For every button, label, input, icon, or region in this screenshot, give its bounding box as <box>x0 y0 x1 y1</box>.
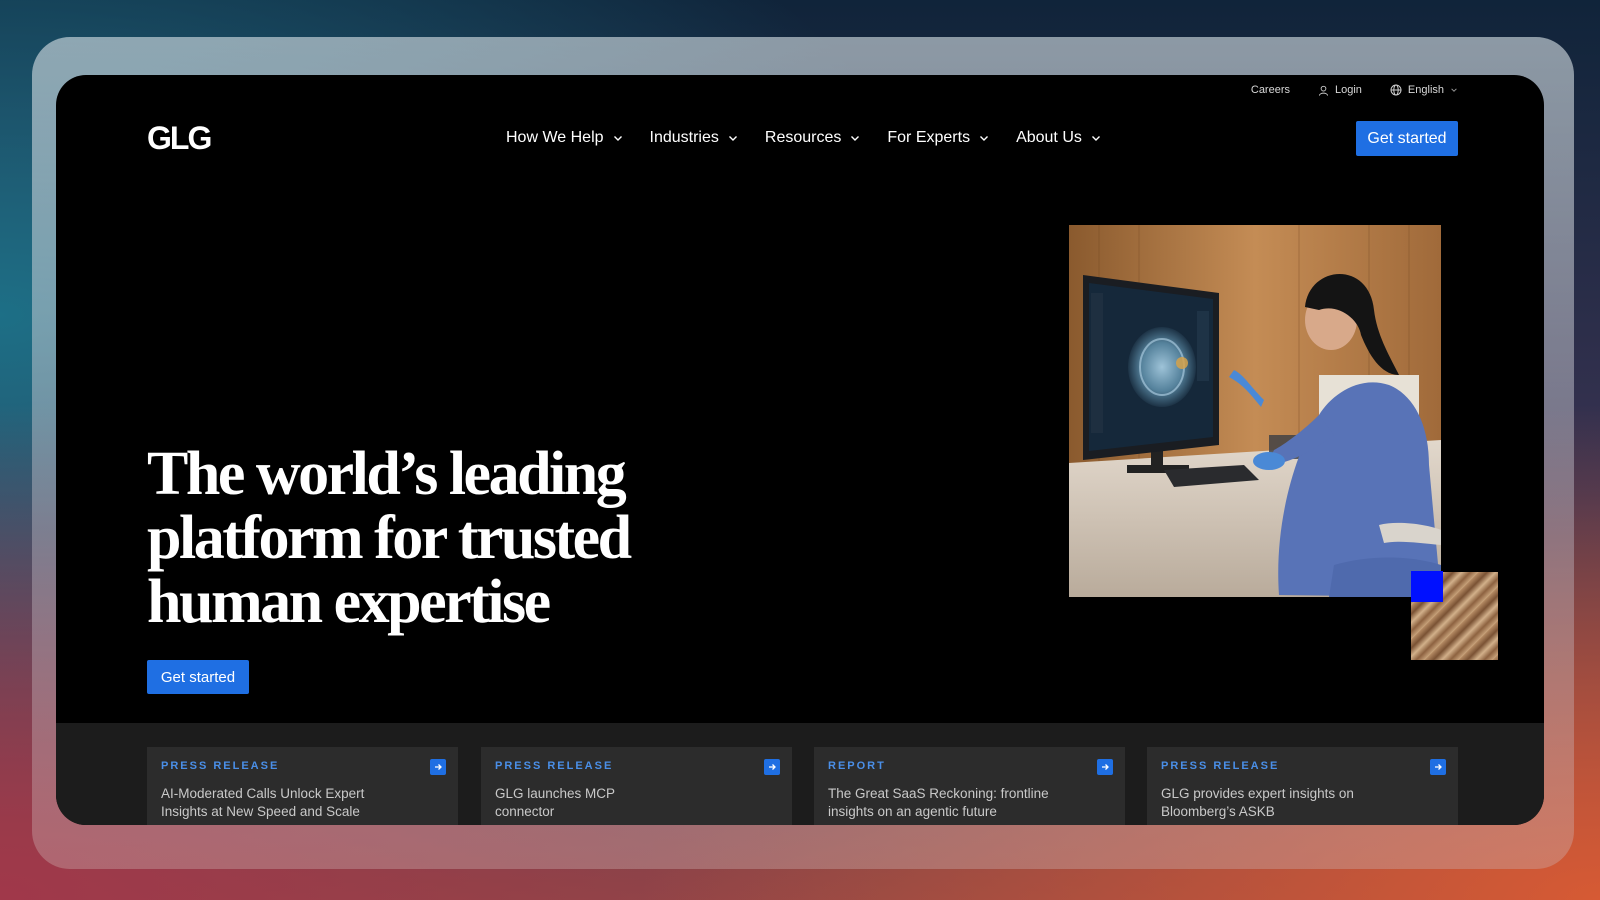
news-card[interactable]: PRESS RELEASE AI-Moderated Calls Unlock … <box>147 747 458 825</box>
decorative-blue-square <box>1411 571 1443 602</box>
news-headline: AI-Moderated Calls Unlock Expert Insight… <box>161 786 365 819</box>
nav-label: How We Help <box>506 129 604 146</box>
arrow-right-icon[interactable] <box>1097 759 1113 775</box>
news-tag: PRESS RELEASE <box>1161 760 1280 772</box>
news-headline: The Great SaaS Reckoning: frontline insi… <box>828 786 1049 819</box>
nav-item-for-experts[interactable]: For Experts <box>874 129 1003 147</box>
user-icon <box>1318 85 1329 96</box>
news-card[interactable]: REPORT The Great SaaS Reckoning: frontli… <box>814 747 1125 825</box>
globe-icon <box>1390 84 1402 96</box>
news-headline: GLG launches MCP connector <box>495 786 615 819</box>
language-label: English <box>1407 84 1444 96</box>
arrow-right-icon[interactable] <box>764 759 780 775</box>
nav-label: For Experts <box>887 129 971 146</box>
browser-viewport: Careers Login English GLG How We Help In… <box>56 75 1544 825</box>
arrow-right-icon[interactable] <box>430 759 446 775</box>
utility-bar: Careers Login English <box>1251 81 1458 99</box>
news-headline: GLG provides expert insights on Bloomber… <box>1161 786 1354 819</box>
chevron-down-icon <box>851 136 860 141</box>
login-link[interactable]: Login <box>1318 84 1362 96</box>
get-started-button[interactable]: Get started <box>1356 121 1458 156</box>
nav-item-industries[interactable]: Industries <box>637 129 752 147</box>
hero-title-line: human expertise <box>147 568 551 636</box>
main-nav: How We Help Industries Resources For Exp… <box>506 125 1115 151</box>
nav-item-about-us[interactable]: About Us <box>1003 129 1115 147</box>
chevron-down-icon <box>1091 136 1100 141</box>
hero-get-started-button[interactable]: Get started <box>147 660 249 694</box>
hero-title: The world’s leading platform for trusted… <box>147 442 667 634</box>
nav-label: Industries <box>649 129 719 146</box>
news-tag: PRESS RELEASE <box>495 760 614 772</box>
nav-label: Resources <box>764 129 842 146</box>
news-card[interactable]: PRESS RELEASE GLG launches MCP connector <box>481 747 792 825</box>
glg-logo[interactable]: GLG <box>147 122 217 154</box>
chevron-down-icon <box>1451 88 1457 92</box>
hero-image <box>1069 225 1441 597</box>
news-tag: PRESS RELEASE <box>161 760 280 772</box>
chevron-down-icon <box>728 136 737 141</box>
news-strip: PRESS RELEASE AI-Moderated Calls Unlock … <box>56 723 1544 825</box>
hero-title-line: platform for trusted <box>147 504 632 572</box>
hero-title-line: The world’s leading <box>147 440 627 508</box>
careers-label: Careers <box>1250 84 1290 96</box>
chevron-down-icon <box>613 136 622 141</box>
chevron-down-icon <box>980 136 989 141</box>
nav-item-resources[interactable]: Resources <box>752 129 874 147</box>
careers-link[interactable]: Careers <box>1251 84 1290 96</box>
arrow-right-icon[interactable] <box>1430 759 1446 775</box>
news-card[interactable]: PRESS RELEASE GLG provides expert insigh… <box>1147 747 1458 825</box>
nav-label: About Us <box>1016 129 1082 146</box>
login-label: Login <box>1335 84 1362 96</box>
language-selector[interactable]: English <box>1390 84 1458 96</box>
news-tag: REPORT <box>828 760 886 772</box>
nav-item-how-we-help[interactable]: How We Help <box>506 129 637 147</box>
